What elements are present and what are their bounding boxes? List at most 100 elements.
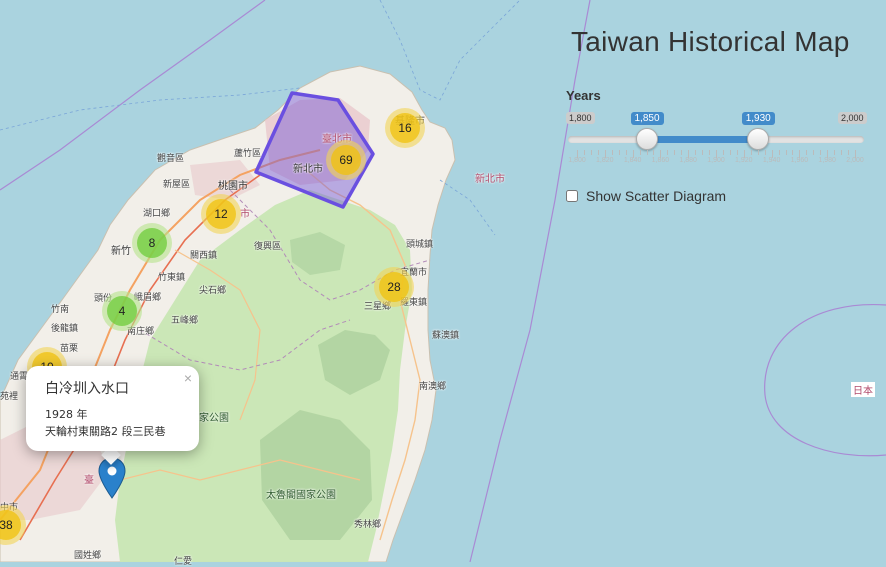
label-taroko: 太魯閣國家公園 — [266, 490, 336, 501]
slider-minor-tick — [778, 150, 780, 155]
label-guoxing: 國姓鄉 — [74, 551, 102, 561]
slider-minor-tick — [736, 150, 738, 155]
label-zhunan: 竹南 — [51, 305, 70, 315]
show-scatter-label[interactable]: Show Scatter Diagram — [586, 188, 726, 204]
slider-tick-label: 2,000 — [846, 157, 864, 164]
cluster-count: 16 — [390, 113, 420, 143]
cluster-marker[interactable]: 12 — [201, 194, 241, 234]
slider-minor-tick — [590, 150, 592, 155]
slider-minor-tick — [625, 150, 627, 155]
slider-to-label: 1,930 — [741, 112, 775, 125]
popup-year: 1928 年 — [45, 408, 88, 421]
slider-minor-tick — [834, 150, 836, 155]
cluster-count: 28 — [379, 272, 409, 302]
label-new-taipei-offshore: 新北市 — [475, 174, 505, 185]
label-jianshi: 尖石鄉 — [199, 286, 227, 296]
cluster-count: 8 — [137, 228, 167, 258]
slider-from-label: 1,850 — [630, 112, 664, 125]
cluster-count: 12 — [206, 199, 236, 229]
slider-minor-tick — [681, 150, 683, 155]
label-hsinchu: 新竹 — [111, 246, 131, 257]
label-xiulin: 秀林鄉 — [354, 520, 382, 530]
slider-minor-tick — [813, 150, 815, 155]
cluster-marker[interactable]: 8 — [132, 223, 172, 263]
popup-close-button[interactable]: × — [184, 370, 192, 386]
slider-minor-tick — [806, 150, 808, 155]
page-title: Taiwan Historical Map — [571, 26, 850, 57]
cluster-marker[interactable]: 28 — [374, 267, 414, 307]
label-toucheng: 頭城鎮 — [406, 240, 434, 250]
slider-max-label: 2,000 — [838, 112, 867, 124]
slider-tick-label: 1,820 — [596, 157, 614, 164]
slider-from-handle[interactable] — [635, 128, 658, 150]
slider-minor-tick — [597, 150, 599, 155]
slider-minor-tick — [757, 150, 759, 155]
label-guanxi: 關西鎮 — [190, 251, 218, 261]
slider-minor-tick — [583, 150, 585, 155]
label-hukou: 湖口鄉 — [143, 209, 171, 219]
slider-selected-range[interactable] — [646, 136, 758, 143]
cluster-marker[interactable]: 4 — [102, 291, 142, 331]
label-miaoli: 苗栗 — [60, 344, 79, 354]
label-guanyin: 觀音區 — [157, 154, 185, 164]
label-new-taipei: 新北市 — [293, 164, 323, 175]
label-luzhu: 蘆竹區 — [234, 149, 262, 159]
map-base[interactable] — [0, 0, 886, 562]
slider-tick-label: 1,920 — [735, 157, 753, 164]
slider-minor-tick — [646, 150, 648, 155]
label-xinwu: 新屋區 — [163, 180, 191, 190]
slider-minor-tick — [820, 150, 822, 155]
label-japan: 日本 — [851, 382, 875, 397]
label-taoyuan-suffix: 市 — [240, 209, 250, 220]
slider-tick-label: 1,840 — [623, 157, 642, 164]
popup-address: 天輪村東關路2 段三民巷 — [45, 425, 166, 438]
label-fuxing: 復興區 — [254, 242, 282, 252]
label-renai: 仁愛 — [174, 557, 193, 567]
slider-minor-tick — [667, 150, 669, 155]
slider-minor-tick — [722, 150, 724, 155]
cluster-count: 69 — [331, 145, 361, 175]
marker-popup: 白冷圳入水口 1928 年 天輪村東關路2 段三民巷 × — [26, 366, 199, 451]
slider-tick-label: 1,860 — [651, 157, 670, 164]
label-zhudong: 竹東鎮 — [158, 273, 186, 283]
map[interactable]: 基隆市 臺北市 新北市 新北市 桃園市 市 蘆竹區 觀音區 新屋區 湖口鄉 新竹… — [0, 0, 886, 567]
cluster-count: 4 — [107, 296, 137, 326]
slider-minor-tick — [729, 150, 731, 155]
slider-minor-tick — [764, 150, 766, 155]
slider-tick-label: 1,940 — [762, 157, 781, 164]
label-taichung: 臺 — [84, 475, 94, 486]
slider-minor-tick — [618, 150, 620, 155]
slider-minor-tick — [709, 150, 711, 155]
slider-minor-tick — [848, 150, 850, 155]
slider-minor-tick — [653, 150, 655, 155]
slider-minor-tick — [750, 150, 752, 155]
show-scatter-checkbox[interactable] — [566, 190, 578, 202]
label-houlong: 後龍鎮 — [51, 324, 79, 334]
label-nanao: 南澳鄉 — [419, 382, 447, 392]
slider-minor-tick — [611, 150, 613, 155]
label-taoyuan: 桃園市 — [218, 181, 248, 192]
cluster-marker[interactable]: 69 — [326, 140, 366, 180]
slider-minor-tick — [792, 150, 794, 155]
slider-minor-tick — [785, 150, 787, 155]
slider-tick-label: 1,880 — [679, 157, 697, 164]
slider-tick-label: 1,800 — [568, 157, 586, 164]
label-yuanli: 苑裡 — [0, 392, 19, 402]
popup-title: 白冷圳入水口 — [45, 381, 129, 397]
slider-minor-tick — [674, 150, 676, 155]
cluster-marker[interactable]: 16 — [385, 108, 425, 148]
years-slider-label: Years — [566, 88, 601, 103]
slider-to-handle[interactable] — [746, 128, 769, 150]
slider-minor-tick — [702, 150, 704, 155]
slider-tick-label: 1,900 — [707, 157, 725, 164]
slider-minor-tick — [695, 150, 697, 155]
slider-minor-tick — [841, 150, 843, 155]
label-wufeng: 五峰鄉 — [171, 316, 199, 326]
label-shei-pa: 家公園 — [199, 413, 229, 424]
label-suao: 蘇澳鎮 — [432, 331, 460, 341]
slider-minor-tick — [639, 150, 641, 155]
slider-tick-label: 1,960 — [790, 157, 809, 164]
cluster-count: 38 — [0, 510, 21, 540]
slider-min-label: 1,800 — [566, 112, 595, 124]
slider-tick-label: 1,980 — [818, 157, 836, 164]
